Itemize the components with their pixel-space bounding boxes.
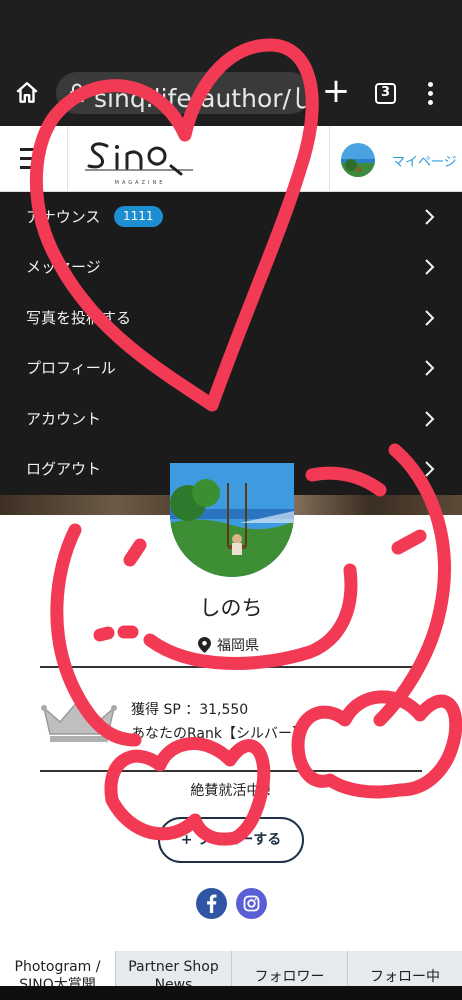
mypage-link[interactable]: マイページ	[392, 151, 457, 170]
divider	[40, 666, 422, 668]
notification-badge: 1111	[114, 206, 163, 227]
menu-item-messages[interactable]: メッセージ	[0, 242, 462, 292]
avatar[interactable]	[341, 143, 375, 177]
account-menu: アナウンス 1111 メッセージ 写真を投稿する プロフィール アカウント ログ…	[0, 192, 462, 495]
tab-switcher-icon[interactable]: 3	[375, 83, 396, 104]
address-bar[interactable]: sinq.life/author/しの	[56, 72, 311, 114]
status-bar	[0, 0, 462, 60]
divider	[40, 770, 422, 772]
instagram-icon[interactable]	[236, 888, 267, 919]
home-icon[interactable]	[12, 78, 42, 108]
crown-icon	[40, 696, 118, 744]
site-logo[interactable]: MAGAZINE	[85, 132, 195, 188]
url-text: sinq.life/author/しの	[94, 84, 311, 113]
chevron-right-icon	[425, 411, 435, 427]
header-divider	[329, 126, 330, 192]
eyebrow-left	[123, 538, 147, 567]
follow-button[interactable]: + フォローする	[158, 817, 304, 863]
facebook-icon[interactable]	[196, 888, 227, 919]
hamburger-icon[interactable]	[20, 148, 48, 170]
menu-item-label: プロフィール	[26, 359, 116, 377]
rank-text: あなたのRank【シルバー】	[131, 726, 306, 742]
system-nav-bar	[0, 986, 462, 1000]
menu-item-post-photo[interactable]: 写真を投稿する	[0, 293, 462, 343]
profile-avatar	[170, 463, 294, 577]
tab-label: Photogram /	[14, 959, 101, 975]
chevron-right-icon	[425, 259, 435, 275]
chevron-right-icon	[425, 360, 435, 376]
menu-item-label: アカウント	[26, 410, 102, 428]
more-vert-icon[interactable]	[418, 80, 442, 108]
browser-toolbar: sinq.life/author/しの + 3	[0, 60, 462, 126]
tab-label: Partner Shop	[128, 959, 219, 975]
menu-item-label: メッセージ	[26, 258, 101, 276]
lock-icon	[70, 83, 84, 102]
menu-item-profile[interactable]: プロフィール	[0, 343, 462, 393]
chevron-right-icon	[425, 461, 435, 477]
header-divider	[67, 126, 68, 192]
menu-item-label: 写真を投稿する	[26, 309, 132, 327]
location-label: 福岡県	[217, 638, 259, 654]
eye-left	[93, 625, 139, 642]
menu-item-announce[interactable]: アナウンス 1111	[0, 192, 462, 242]
eye-right	[391, 529, 427, 555]
tab-label: フォロー中	[370, 969, 440, 985]
foot-right	[291, 690, 462, 799]
chevron-right-icon	[425, 209, 435, 225]
tab-label: フォロワー	[254, 969, 325, 985]
menu-item-label: ログアウト	[26, 460, 102, 478]
menu-item-label: アナウンス	[26, 208, 101, 226]
plus-icon[interactable]: +	[320, 74, 352, 108]
sp-count: 獲得 SP ：31,550	[131, 702, 249, 718]
profile-location: 福岡県	[198, 635, 259, 655]
profile-name: しのち	[199, 596, 263, 620]
profile-tagline: 絶賛就活中!!	[190, 783, 272, 799]
chevron-right-icon	[425, 310, 435, 326]
logo-subtitle: MAGAZINE	[114, 180, 166, 186]
menu-item-account[interactable]: アカウント	[0, 394, 462, 444]
map-pin-icon	[198, 637, 211, 653]
